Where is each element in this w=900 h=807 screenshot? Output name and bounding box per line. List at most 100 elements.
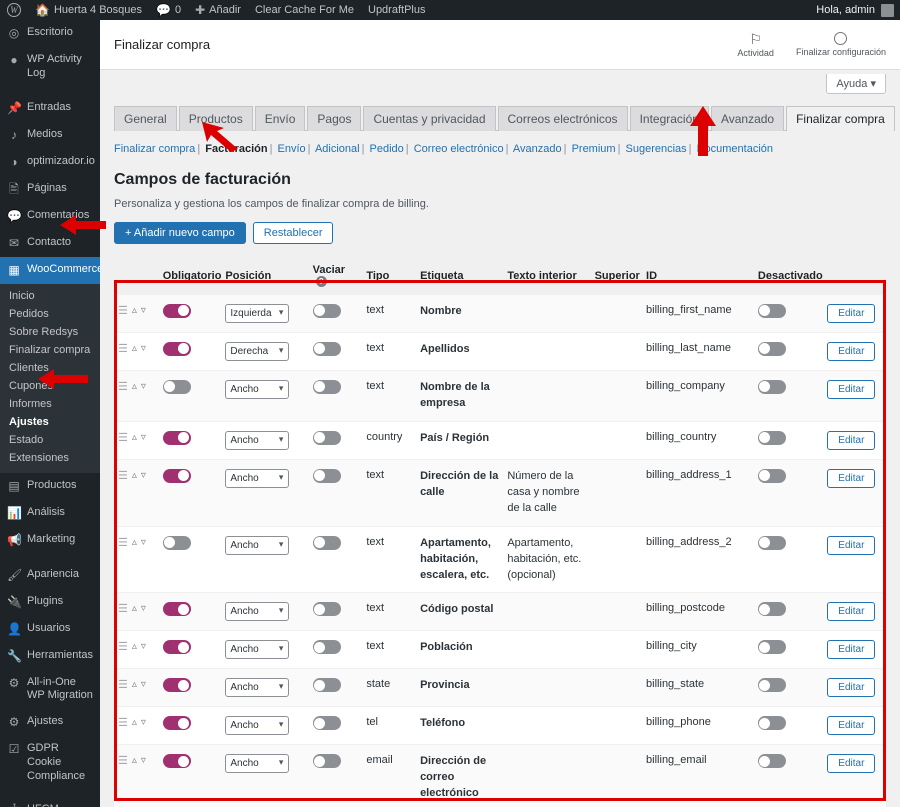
position-select[interactable]: Ancho [225,678,290,698]
sidebar-item-contacto[interactable]: ✉ Contacto [0,230,100,257]
sidebar-item-usuarios[interactable]: 👤 Usuarios [0,616,100,643]
subnav-link-pedido[interactable]: Pedido [370,143,404,155]
disabled-toggle[interactable] [757,303,786,318]
disabled-toggle[interactable] [757,716,786,731]
subnav-link-premium[interactable]: Premium [572,143,616,155]
required-toggle[interactable] [162,716,191,731]
move-up-icon[interactable]: ▵ [132,755,137,766]
required-toggle[interactable] [162,602,191,617]
new-content-button[interactable]: ✚ Añadir [188,0,248,20]
sidebar-item-analisis[interactable]: 📊 Análisis [0,500,100,527]
sidebar-item-ajustes[interactable]: ⚙ Ajustes [0,709,100,736]
sidebar-item-marketing[interactable]: 📢 Marketing [0,527,100,554]
sidebar-item-hfcm[interactable]: 🤖 HFCM [0,797,100,807]
greeting-label[interactable]: Hola, admin [816,4,875,16]
clear-toggle[interactable] [312,341,341,356]
sidebar-item-herramientas[interactable]: 🔧 Herramientas [0,643,100,670]
required-toggle[interactable] [162,678,191,693]
edit-button[interactable]: Editar [827,341,876,361]
move-up-icon[interactable]: ▵ [132,381,137,392]
clear-toggle[interactable] [312,303,341,318]
disabled-toggle[interactable] [757,379,786,394]
disabled-toggle[interactable] [757,535,786,550]
sidebar-subitem-cupones[interactable]: Cupones [0,377,100,395]
disabled-toggle[interactable] [757,640,786,655]
drag-handle-icon[interactable]: ☰ [118,536,128,549]
avatar[interactable] [881,3,894,17]
drag-handle-icon[interactable]: ☰ [118,342,128,355]
position-select[interactable]: Ancho [225,379,290,399]
subnav-link-adicional[interactable]: Adicional [315,143,360,155]
subnav-link-correo-electronico[interactable]: Correo electrónico [414,143,504,155]
move-down-icon[interactable]: ▿ [141,470,146,481]
required-toggle[interactable] [162,303,191,318]
sidebar-subitem-extensiones[interactable]: Extensiones [0,449,100,467]
disabled-toggle[interactable] [757,602,786,617]
tab-pagos[interactable]: Pagos [307,106,362,132]
disabled-toggle[interactable] [757,678,786,693]
drag-handle-icon[interactable]: ☰ [118,754,128,767]
move-down-icon[interactable]: ▿ [141,641,146,652]
edit-button[interactable]: Editar [827,430,876,450]
sidebar-subitem-informes[interactable]: Informes [0,395,100,413]
move-up-icon[interactable]: ▵ [132,343,137,354]
drag-handle-icon[interactable]: ☰ [118,431,128,444]
move-up-icon[interactable]: ▵ [132,717,137,728]
position-select[interactable]: Ancho [225,602,290,622]
sidebar-item-apariencia[interactable]: 🖌 Apariencia [0,562,100,589]
sidebar-item-all-in-one-wp-migration[interactable]: ⚙ All-in-One WP Migration [0,670,100,710]
clear-toggle[interactable] [312,379,341,394]
clear-toggle[interactable] [312,716,341,731]
sidebar-item-paginas[interactable]: 🖹 Páginas [0,176,100,203]
wordpress-logo-button[interactable]: W [0,0,28,20]
comments-button[interactable]: 💬 0 [149,0,188,20]
edit-button[interactable]: Editar [827,716,876,736]
sidebar-subitem-pedidos[interactable]: Pedidos [0,305,100,323]
tab-avanzado[interactable]: Avanzado [710,106,785,132]
subnav-link-sugerencias[interactable]: Sugerencias [626,143,687,155]
subnav-link-finalizar-compra[interactable]: Finalizar compra [114,143,195,155]
drag-handle-icon[interactable]: ☰ [118,602,128,615]
required-toggle[interactable] [162,535,191,550]
move-down-icon[interactable]: ▿ [141,343,146,354]
sidebar-subitem-sobre-redsys[interactable]: Sobre Redsys [0,323,100,341]
move-down-icon[interactable]: ▿ [141,305,146,316]
sidebar-item-plugins[interactable]: 🔌 Plugins [0,589,100,616]
edit-button[interactable]: Editar [827,678,876,698]
edit-button[interactable]: Editar [827,303,876,323]
move-up-icon[interactable]: ▵ [132,305,137,316]
required-toggle[interactable] [162,430,191,445]
required-toggle[interactable] [162,468,191,483]
tab-finalizar-compra[interactable]: Finalizar compra [786,106,895,132]
sidebar-item-productos[interactable]: ▤ Productos [0,473,100,500]
sidebar-subitem-estado[interactable]: Estado [0,431,100,449]
position-select[interactable]: Ancho [225,430,290,450]
sidebar-subitem-inicio[interactable]: Inicio [0,287,100,305]
sidebar-subitem-clientes[interactable]: Clientes [0,359,100,377]
disabled-toggle[interactable] [757,341,786,356]
add-new-field-button[interactable]: + Añadir nuevo campo [114,221,246,244]
position-select[interactable]: Izquierda [225,303,290,323]
tab-integracion[interactable]: Integración [629,106,709,132]
move-down-icon[interactable]: ▿ [141,381,146,392]
drag-handle-icon[interactable]: ☰ [118,678,128,691]
clear-toggle[interactable] [312,535,341,550]
subnav-link-facturacion[interactable]: Facturación [205,143,267,155]
disabled-toggle[interactable] [757,430,786,445]
move-down-icon[interactable]: ▿ [141,679,146,690]
edit-button[interactable]: Editar [827,535,876,555]
move-down-icon[interactable]: ▿ [141,603,146,614]
reset-button[interactable]: Restablecer [252,221,334,244]
sidebar-item-comentarios[interactable]: 💬 Comentarios [0,203,100,230]
edit-button[interactable]: Editar [827,379,876,399]
subnav-link-avanzado[interactable]: Avanzado [513,143,562,155]
position-select[interactable]: Ancho [225,535,290,555]
position-select[interactable]: Derecha [225,341,290,361]
position-select[interactable]: Ancho [225,716,290,736]
move-down-icon[interactable]: ▿ [141,432,146,443]
edit-button[interactable]: Editar [827,602,876,622]
subnav-link-envio[interactable]: Envío [278,143,306,155]
sidebar-item-wp-activity-log[interactable]: ● WP Activity Log [0,47,100,87]
move-down-icon[interactable]: ▿ [141,755,146,766]
site-name-button[interactable]: 🏠 Huerta 4 Bosques [28,0,149,20]
